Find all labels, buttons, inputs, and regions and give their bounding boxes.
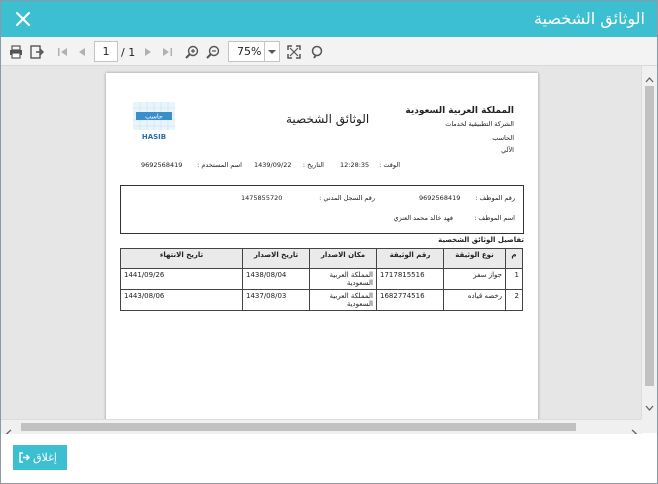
logo-arabic-text: حاسب: [145, 113, 163, 121]
date-label: التاريخ :: [302, 161, 324, 169]
export-icon[interactable]: [30, 44, 44, 59]
report-viewer[interactable]: المملكة العربية السعودية الشركة التطبيقي…: [1, 66, 657, 419]
last-page-icon[interactable]: [160, 44, 174, 58]
employee-id-value: 9692568419: [419, 194, 461, 202]
cell-expiry-date: 1443/08/06: [120, 289, 243, 311]
cell-index: 1: [505, 268, 523, 290]
next-page-icon[interactable]: [141, 44, 155, 58]
section-title: تفاصيل الوثائق الشخصية: [438, 236, 524, 244]
col-header-issue-place: مكان الاصدار: [309, 248, 377, 269]
employee-name-value: فهد خالد محمد العنزي: [393, 214, 453, 222]
date-value: 1439/09/22: [254, 161, 292, 169]
print-icon[interactable]: [9, 44, 23, 59]
col-header-issue-date: تاريخ الاصدار: [242, 248, 310, 269]
previous-page-icon[interactable]: [75, 44, 89, 58]
horizontal-scrollbar[interactable]: [1, 419, 642, 438]
viewer-toolbar: 1 / 1 75%: [1, 37, 657, 66]
cell-issue-date: 1437/08/03: [242, 289, 310, 311]
civil-record-value: 1475855720: [241, 194, 283, 202]
logo-latin-text: HASIB: [142, 133, 166, 141]
kingdom-name: المملكة العربية السعودية: [405, 106, 514, 116]
dialog-window: الوثائق الشخصية 1 / 1 75% المملكة العربي…: [0, 0, 658, 484]
cell-doc-number: 1682774516: [376, 289, 444, 311]
chevron-down-icon[interactable]: [264, 42, 279, 61]
table-row: 2 رخصه قياده 1682774516 المملكة العربية …: [120, 289, 523, 311]
scroll-down-icon[interactable]: [645, 397, 654, 416]
col-header-doc-number: رقم الوثيقة: [376, 248, 444, 269]
col-header-doc-type: نوع الوثيقة: [443, 248, 506, 269]
zoom-in-icon[interactable]: [185, 44, 199, 59]
user-value: 9692568419: [141, 161, 183, 169]
cell-doc-type: رخصه قياده: [443, 289, 506, 311]
employee-name-label: اسم الموظف :: [474, 214, 515, 222]
table-header-row: م نوع الوثيقة رقم الوثيقة مكان الاصدار ت…: [120, 248, 523, 269]
vertical-scrollbar[interactable]: [641, 66, 657, 419]
search-icon[interactable]: [310, 44, 324, 59]
cell-issue-date: 1438/08/04: [242, 268, 310, 290]
time-value: 12:28:35: [340, 161, 370, 169]
report-title: الوثائق الشخصية: [286, 112, 370, 126]
table-row: 1 جواز سفر 1717815516 المملكة العربية ال…: [120, 268, 523, 290]
close-button-label: إغلاق: [33, 452, 57, 464]
company-name: الشركة التطبيقية لخدمات: [445, 120, 514, 128]
cell-doc-number: 1717815516: [376, 268, 444, 290]
close-icon[interactable]: [13, 9, 33, 29]
documents-table: م نوع الوثيقة رقم الوثيقة مكان الاصدار ت…: [120, 248, 523, 311]
user-label: اسم المستخدم :: [197, 161, 242, 169]
zoom-out-icon[interactable]: [206, 44, 220, 59]
fullscreen-icon[interactable]: [287, 44, 301, 59]
col-header-expiry-date: تاريخ الانتهاء: [120, 248, 243, 269]
time-label: الوقت :: [379, 161, 400, 169]
horizontal-scroll-thumb[interactable]: [21, 423, 576, 431]
cell-expiry-date: 1441/09/26: [120, 268, 243, 290]
scroll-corner: [642, 419, 657, 433]
window-title: الوثائق الشخصية: [534, 9, 645, 28]
title-bar: الوثائق الشخصية: [1, 1, 657, 37]
zoom-value: 75%: [237, 45, 262, 58]
page-total: / 1: [121, 46, 136, 59]
company-logo: حاسب HASIB: [133, 102, 175, 142]
vertical-scroll-thumb[interactable]: [645, 86, 654, 386]
close-button[interactable]: إغلاق: [13, 445, 67, 470]
zoom-select[interactable]: 75%: [228, 41, 280, 62]
company-name-line2: الحاسب: [492, 134, 514, 142]
cell-index: 2: [505, 289, 523, 311]
cell-issue-place: المملكة العربية السعودية: [309, 268, 377, 290]
col-header-index: م: [505, 248, 523, 269]
report-page: المملكة العربية السعودية الشركة التطبيقي…: [106, 73, 538, 419]
dialog-footer: إغلاق: [1, 434, 657, 483]
sign-out-icon: [19, 452, 30, 463]
employee-info-box: رقم الموظف : 9692568419 رقم السجل المدني…: [120, 185, 524, 234]
cell-doc-type: جواز سفر: [443, 268, 506, 290]
cell-issue-place: المملكة العربية السعودية: [309, 289, 377, 311]
employee-id-label: رقم الموظف :: [475, 194, 515, 202]
civil-record-label: رقم السجل المدني :: [319, 194, 375, 202]
page-number-input[interactable]: 1: [94, 41, 118, 62]
first-page-icon[interactable]: [56, 44, 70, 58]
company-name-line3: الآلي: [501, 146, 514, 154]
